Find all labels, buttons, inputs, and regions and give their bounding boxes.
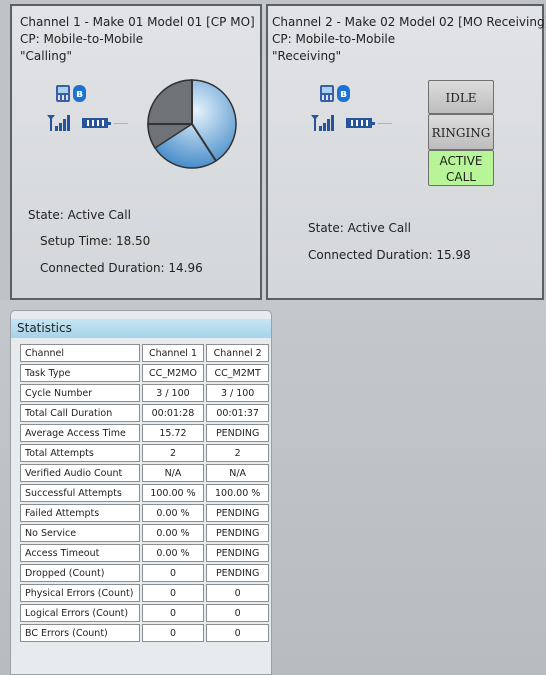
- stat-label: Task Type: [20, 364, 140, 382]
- signal-icon: [311, 115, 334, 131]
- stat-value-channel-1: CC_M2MO: [141, 364, 205, 382]
- table-row: BC Errors (Count) 0 0: [20, 624, 269, 642]
- stat-label: BC Errors (Count): [20, 624, 140, 642]
- stat-value-channel-2: N/A: [206, 464, 269, 482]
- stat-value-channel-1: 0.00 %: [141, 504, 205, 522]
- table-row: Physical Errors (Count) 0 0: [20, 584, 269, 602]
- stat-value-channel-1: 15.72: [141, 424, 205, 442]
- connector-line: [378, 123, 392, 124]
- stat-value-channel-1: 2: [141, 444, 205, 462]
- table-row: Logical Errors (Count) 0 0: [20, 604, 269, 622]
- state-idle-button[interactable]: IDLE: [428, 80, 494, 114]
- stat-value-channel-1: 0: [141, 584, 205, 602]
- connector-line: [114, 123, 128, 124]
- stat-label: Total Attempts: [20, 444, 140, 462]
- stat-value-channel-1: 00:01:28: [141, 404, 205, 422]
- stat-value-channel-2: 0: [206, 584, 269, 602]
- table-row: Failed Attempts 0.00 % PENDING: [20, 504, 269, 522]
- stat-label: Successful Attempts: [20, 484, 140, 502]
- stat-label: Logical Errors (Count): [20, 604, 140, 622]
- stat-label: Cycle Number: [20, 384, 140, 402]
- call-progress-pie: [147, 79, 237, 169]
- stat-value-channel-2: 00:01:37: [206, 404, 269, 422]
- table-row: Access Timeout 0.00 % PENDING: [20, 544, 269, 562]
- state-ringing-button[interactable]: RINGING: [428, 114, 494, 150]
- stat-label: Access Timeout: [20, 544, 140, 562]
- stat-label: Dropped (Count): [20, 564, 140, 582]
- phone-icon: [320, 85, 334, 102]
- table-row: Task Type CC_M2MO CC_M2MT: [20, 364, 269, 382]
- channel-2-panel[interactable]: Channel 2 - Make 02 Model 02 [MO Receivi…: [266, 4, 546, 300]
- stat-label: Physical Errors (Count): [20, 584, 140, 602]
- table-row: Total Call Duration 00:01:28 00:01:37: [20, 404, 269, 422]
- channel-2-header: Channel 2 - Make 02 Model 02 [MO Receivi…: [272, 14, 546, 65]
- bluetooth-icon: ʙ: [73, 85, 86, 102]
- statistics-table: Channel Channel 1 Channel 2 Task Type CC_M2M…: [18, 342, 271, 644]
- signal-icon: [47, 115, 70, 131]
- stat-label: Failed Attempts: [20, 504, 140, 522]
- table-row: Dropped (Count) 0 PENDING: [20, 564, 269, 582]
- channel-2-connected-duration: Connected Duration: 15.98: [308, 248, 471, 262]
- battery-icon: [82, 118, 111, 128]
- phone-icon: [56, 85, 70, 102]
- stat-value-channel-2: 2: [206, 444, 269, 462]
- stat-value-channel-2: PENDING: [206, 524, 269, 542]
- stat-value-channel-1: 0: [141, 564, 205, 582]
- stat-value-channel-2: PENDING: [206, 504, 269, 522]
- stat-label: Verified Audio Count: [20, 464, 140, 482]
- stat-value-channel-2: 0: [206, 624, 269, 642]
- table-row: Verified Audio Count N/A N/A: [20, 464, 269, 482]
- stat-value-channel-1: 0: [141, 604, 205, 622]
- channel-1-header: Channel 1 - Make 01 Model 01 [CP MO] CP:…: [20, 14, 255, 65]
- stat-value-channel-2: 0: [206, 604, 269, 622]
- stat-value-channel-1: Channel 1: [141, 344, 205, 362]
- stat-value-channel-2: PENDING: [206, 424, 269, 442]
- table-row: Successful Attempts 100.00 % 100.00 %: [20, 484, 269, 502]
- channel-1-cp: CP: Mobile-to-Mobile: [20, 32, 144, 46]
- channel-1-panel[interactable]: Channel 1 - Make 01 Model 01 [CP MO] CP:…: [10, 4, 262, 300]
- stat-value-channel-1: 0: [141, 624, 205, 642]
- stat-label: Total Call Duration: [20, 404, 140, 422]
- stat-label: Average Access Time: [20, 424, 140, 442]
- bluetooth-icon: ʙ: [337, 85, 350, 102]
- channel-2-state: State: Active Call: [308, 221, 411, 235]
- stat-value-channel-2: Channel 2: [206, 344, 269, 362]
- channel-2-status: "Receiving": [272, 49, 342, 63]
- table-row: Total Attempts 2 2: [20, 444, 269, 462]
- stat-value-channel-2: CC_M2MT: [206, 364, 269, 382]
- channel-1-setup-time: Setup Time: 18.50: [40, 234, 151, 248]
- table-header-row: Channel Channel 1 Channel 2: [20, 344, 269, 362]
- stat-value-channel-1: 100.00 %: [141, 484, 205, 502]
- stat-value-channel-2: 3 / 100: [206, 384, 269, 402]
- statistics-panel: Statistics Channel Channel 1 Channel 2 Task…: [10, 310, 272, 675]
- stat-value-channel-2: 100.00 %: [206, 484, 269, 502]
- battery-icon: [346, 118, 375, 128]
- stat-value-channel-1: 0.00 %: [141, 544, 205, 562]
- stat-label: Channel: [20, 344, 140, 362]
- state-active-call-button[interactable]: ACTIVE CALL: [428, 150, 494, 186]
- stat-label: No Service: [20, 524, 140, 542]
- table-row: Cycle Number 3 / 100 3 / 100: [20, 384, 269, 402]
- stat-value-channel-1: N/A: [141, 464, 205, 482]
- table-row: No Service 0.00 % PENDING: [20, 524, 269, 542]
- stat-value-channel-2: PENDING: [206, 544, 269, 562]
- statistics-title: Statistics: [11, 319, 271, 338]
- table-row: Average Access Time 15.72 PENDING: [20, 424, 269, 442]
- channel-1-title: Channel 1 - Make 01 Model 01 [CP MO]: [20, 15, 255, 29]
- stat-value-channel-1: 0.00 %: [141, 524, 205, 542]
- stat-value-channel-1: 3 / 100: [141, 384, 205, 402]
- stat-value-channel-2: PENDING: [206, 564, 269, 582]
- channel-2-title: Channel 2 - Make 02 Model 02 [MO Receivi…: [272, 15, 546, 29]
- channel-1-state: State: Active Call: [28, 208, 131, 222]
- channel-2-cp: CP: Mobile-to-Mobile: [272, 32, 396, 46]
- channel-1-status: "Calling": [20, 49, 72, 63]
- channel-1-connected-duration: Connected Duration: 14.96: [40, 261, 203, 275]
